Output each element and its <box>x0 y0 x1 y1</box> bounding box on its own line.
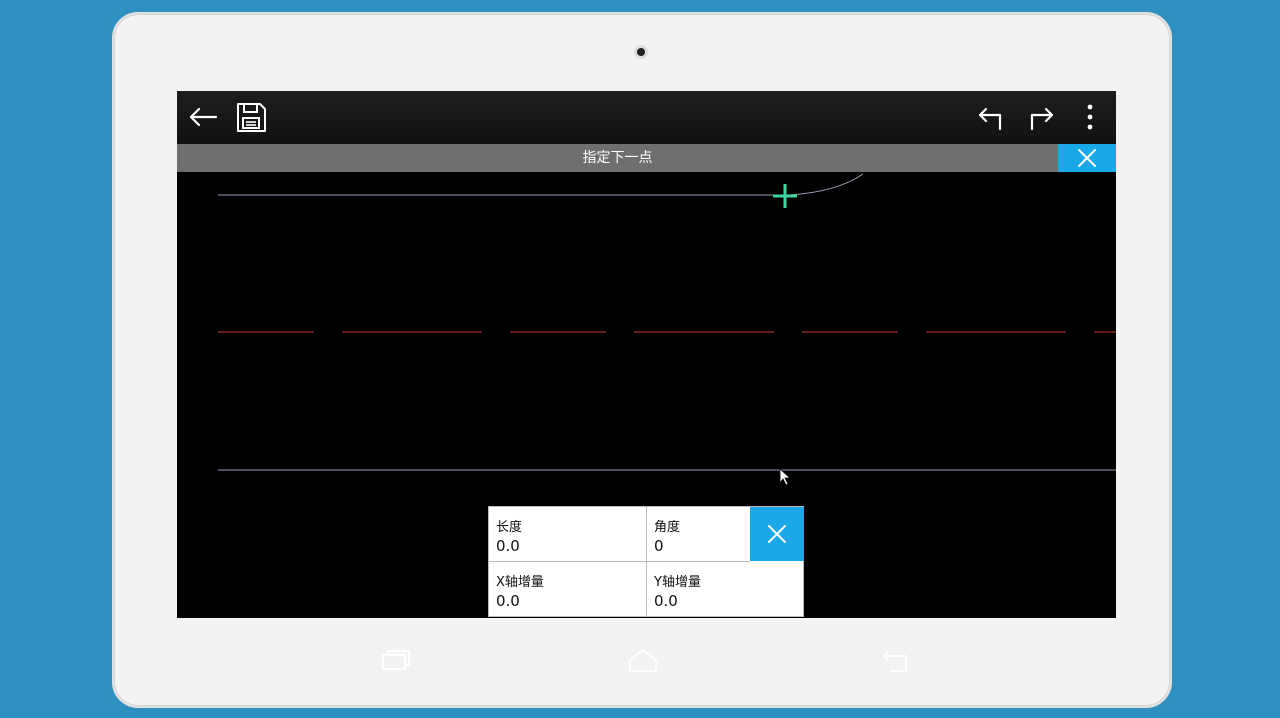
home-icon <box>629 649 657 672</box>
y-increment-field[interactable]: Y轴增量 0.0 <box>647 562 803 616</box>
close-icon <box>1078 149 1096 167</box>
panel-close-button[interactable] <box>750 507 804 561</box>
save-button[interactable] <box>231 97 271 137</box>
floppy-disk-icon <box>237 103 266 132</box>
x-increment-field[interactable]: X轴增量 0.0 <box>489 562 647 616</box>
back-icon <box>883 650 907 672</box>
length-field[interactable]: 长度 0.0 <box>489 507 647 562</box>
prompt-close-button[interactable] <box>1058 144 1116 172</box>
back-button[interactable] <box>183 97 223 137</box>
more-vertical-icon <box>1087 104 1093 130</box>
overflow-menu-button[interactable] <box>1070 97 1110 137</box>
y-increment-value: 0.0 <box>654 592 678 610</box>
y-increment-label: Y轴增量 <box>654 575 701 590</box>
arrow-left-icon <box>189 107 218 127</box>
top-toolbar <box>177 91 1116 144</box>
x-increment-value: 0.0 <box>496 592 520 610</box>
length-value: 0.0 <box>496 537 520 555</box>
app-screen: 指定下一点 长度 0.0 角度 0 X轴增量 0.0 Y轴增量 0.0 <box>177 91 1116 618</box>
undo-button[interactable] <box>972 97 1012 137</box>
angle-field[interactable]: 角度 0 <box>647 507 750 562</box>
back-nav-button[interactable] <box>879 645 913 675</box>
command-prompt-bar: 指定下一点 <box>177 144 1116 172</box>
camera-icon <box>634 45 648 59</box>
rubber-band-line <box>788 173 864 196</box>
undo-icon <box>978 107 1002 131</box>
angle-value: 0 <box>654 537 664 555</box>
recent-apps-button[interactable] <box>379 645 413 675</box>
x-increment-label: X轴增量 <box>496 575 544 590</box>
redo-button[interactable] <box>1020 97 1060 137</box>
length-label: 长度 <box>496 520 523 535</box>
coordinate-input-panel: 长度 0.0 角度 0 X轴增量 0.0 Y轴增量 0.0 <box>488 506 804 617</box>
mouse-pointer-icon <box>779 468 792 486</box>
recent-apps-icon <box>382 650 410 670</box>
crosshair-cursor <box>773 184 797 208</box>
redo-icon <box>1030 107 1054 131</box>
close-icon <box>768 525 786 543</box>
angle-label: 角度 <box>654 520 681 535</box>
home-button[interactable] <box>626 645 660 675</box>
command-prompt-text: 指定下一点 <box>582 150 653 166</box>
